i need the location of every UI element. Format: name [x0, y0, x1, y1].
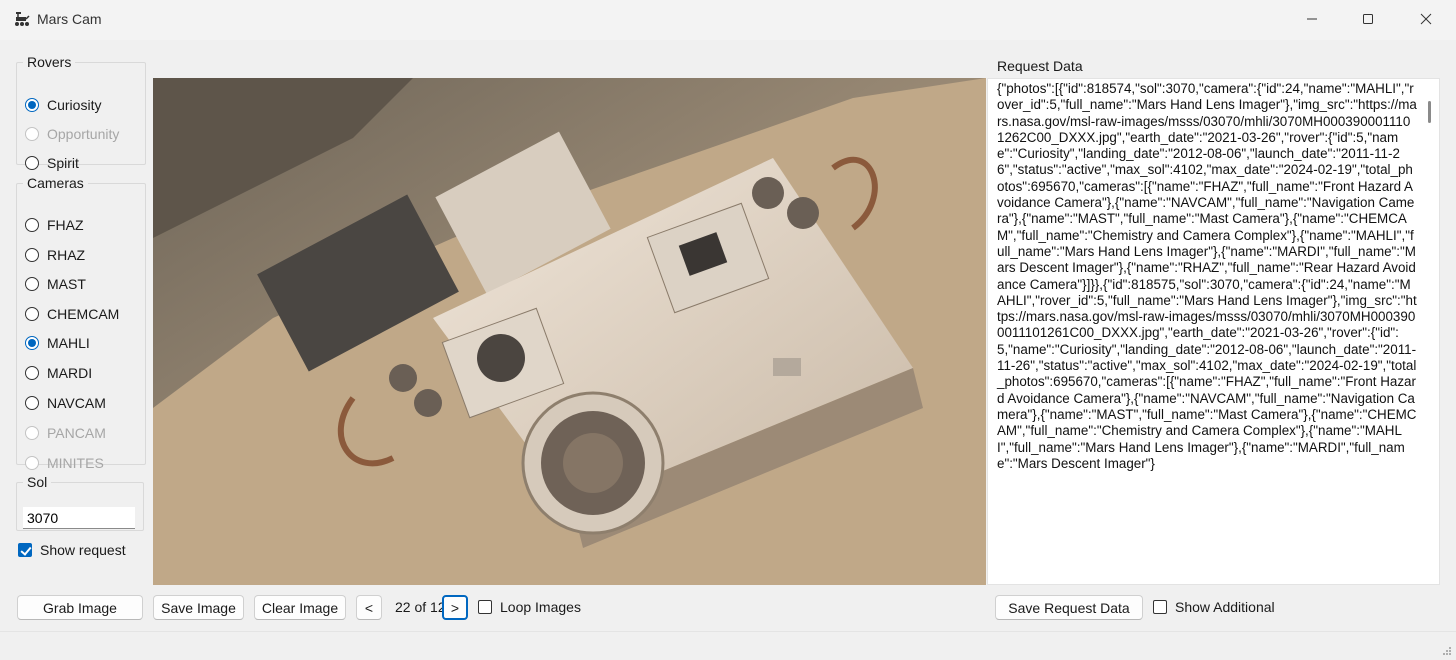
sol-legend: Sol — [27, 474, 48, 490]
sol-input[interactable] — [23, 507, 135, 529]
grab-image-button[interactable]: Grab Image — [17, 595, 143, 620]
radio-label: MAHLI — [47, 335, 90, 351]
rover-photo — [153, 78, 986, 585]
radio-dot — [25, 456, 39, 470]
image-viewer — [153, 78, 986, 585]
status-bar — [0, 631, 1456, 660]
resize-grip-icon[interactable] — [1442, 646, 1452, 656]
radio-pancam[interactable]: PANCAM — [25, 422, 106, 444]
radio-label: FHAZ — [47, 217, 84, 233]
radio-dot — [25, 426, 39, 440]
request-data-textbox[interactable]: {"photos":[{"id":818574,"sol":3070,"came… — [987, 78, 1440, 585]
checkbox-box — [1153, 600, 1167, 614]
radio-fhaz[interactable]: FHAZ — [25, 214, 84, 236]
save-image-button[interactable]: Save Image — [153, 595, 244, 620]
rovers-group: Rovers Curiosity Opportunity Spirit — [16, 54, 146, 171]
radio-label: MAST — [47, 276, 86, 292]
page-counter: 22 of 12 — [395, 599, 443, 615]
radio-label: MARDI — [47, 365, 93, 381]
radio-dot — [25, 307, 39, 321]
next-image-button[interactable]: > — [442, 595, 468, 620]
radio-dot — [25, 127, 39, 141]
title-bar: Mars Cam — [0, 0, 1456, 40]
show-additional-label: Show Additional — [1175, 599, 1275, 615]
request-scrollbar[interactable] — [1428, 101, 1431, 123]
radio-label: Curiosity — [47, 97, 102, 113]
minimize-icon — [1306, 12, 1318, 28]
show-request-label: Show request — [40, 542, 126, 558]
radio-mahli[interactable]: MAHLI — [25, 332, 90, 354]
maximize-icon — [1362, 12, 1374, 28]
checkbox-box — [18, 543, 32, 557]
radio-label: Spirit — [47, 155, 79, 171]
radio-label: CHEMCAM — [47, 306, 120, 322]
radio-navcam[interactable]: NAVCAM — [25, 392, 106, 414]
radio-dot — [25, 336, 39, 350]
radio-curiosity[interactable]: Curiosity — [25, 94, 101, 116]
window-title: Mars Cam — [37, 11, 102, 27]
checkbox-box — [478, 600, 492, 614]
radio-label: Opportunity — [47, 126, 120, 142]
rovers-legend: Rovers — [27, 54, 72, 70]
radio-label: PANCAM — [47, 425, 106, 441]
show-additional-checkbox[interactable]: Show Additional — [1153, 596, 1275, 618]
clear-image-button[interactable]: Clear Image — [254, 595, 346, 620]
close-icon — [1420, 12, 1432, 28]
radio-dot — [25, 98, 39, 112]
radio-dot — [25, 218, 39, 232]
loop-images-checkbox[interactable]: Loop Images — [478, 596, 581, 618]
radio-dot — [25, 396, 39, 410]
radio-mardi[interactable]: MARDI — [25, 362, 92, 384]
sol-group: Sol — [16, 474, 144, 531]
radio-dot — [25, 366, 39, 380]
rover-icon — [13, 11, 31, 29]
cameras-group: Cameras FHAZ RHAZ MAST CHEMCAM MAHLI MAR… — [16, 175, 146, 471]
radio-rhaz[interactable]: RHAZ — [25, 244, 85, 266]
save-request-data-button[interactable]: Save Request Data — [995, 595, 1143, 620]
radio-label: NAVCAM — [47, 395, 106, 411]
client-area: Rovers Curiosity Opportunity Spirit Came… — [0, 40, 1456, 660]
radio-chemcam[interactable]: CHEMCAM — [25, 303, 119, 325]
show-request-checkbox[interactable]: Show request — [18, 539, 126, 561]
radio-spirit[interactable]: Spirit — [25, 152, 79, 174]
previous-image-button[interactable]: < — [356, 595, 382, 620]
minimize-button[interactable] — [1284, 0, 1340, 40]
radio-label: RHAZ — [47, 247, 86, 263]
cameras-legend: Cameras — [27, 175, 84, 191]
radio-label: MINITES — [47, 455, 104, 471]
radio-dot — [25, 248, 39, 262]
maximize-button[interactable] — [1340, 0, 1396, 40]
request-data-label: Request Data — [997, 58, 1083, 74]
radio-minites[interactable]: MINITES — [25, 452, 104, 474]
close-button[interactable] — [1396, 0, 1456, 40]
radio-dot — [25, 277, 39, 291]
loop-images-label: Loop Images — [500, 599, 581, 615]
radio-opportunity[interactable]: Opportunity — [25, 123, 119, 145]
radio-dot — [25, 156, 39, 170]
radio-mast[interactable]: MAST — [25, 273, 86, 295]
request-data-text: {"photos":[{"id":818574,"sol":3070,"came… — [997, 81, 1417, 471]
